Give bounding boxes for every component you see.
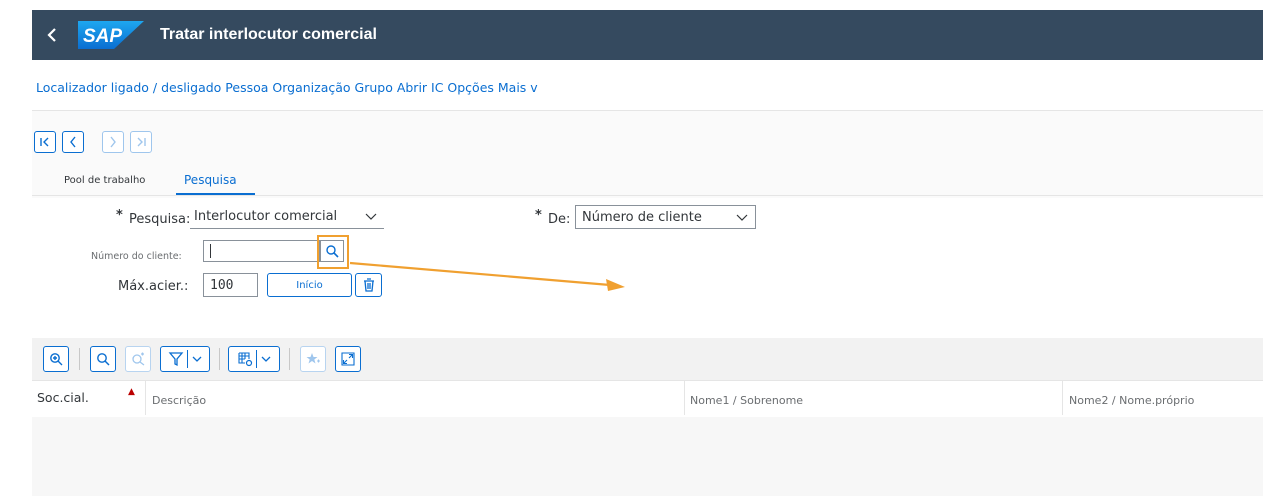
start-search-button[interactable]: Início <box>267 273 352 297</box>
shell-bar: SAP Tratar interlocutor comercial <box>32 10 1263 60</box>
column-header-nome1[interactable]: Nome1 / Sobrenome <box>690 394 803 407</box>
chevron-down-icon <box>736 214 748 221</box>
chevron-right-icon <box>110 136 116 148</box>
search-type-value: Interlocutor comercial <box>194 209 338 224</box>
previous-record-button[interactable] <box>62 131 84 153</box>
required-marker-de: * <box>535 208 542 223</box>
customer-number-label: Número do cliente: <box>91 251 182 262</box>
max-hits-label: Máx.acier.: <box>118 279 189 294</box>
find-button[interactable] <box>90 346 116 372</box>
table-body-empty <box>32 417 1263 496</box>
back-button[interactable] <box>34 10 70 60</box>
chevron-down-icon <box>192 356 201 362</box>
tab-pesquisa[interactable]: Pesquisa <box>184 173 237 187</box>
first-icon <box>40 137 49 147</box>
column-header-nome2[interactable]: Nome2 / Nome.próprio <box>1069 394 1194 407</box>
filter-icon <box>168 352 183 367</box>
sort-ascending-icon: ▲ <box>128 387 135 397</box>
max-hits-value: 100 <box>210 277 234 293</box>
toolbar-separator <box>79 348 80 370</box>
search-icon <box>97 353 110 366</box>
tab-selected-indicator <box>176 193 255 195</box>
search-next-icon <box>132 352 145 366</box>
column-header-soc-cial[interactable]: Soc.cial. <box>37 390 89 405</box>
customer-number-input[interactable] <box>203 240 320 262</box>
fullscreen-button[interactable] <box>335 346 361 372</box>
app-title: Tratar interlocutor comercial <box>160 26 377 43</box>
trash-icon <box>363 278 374 292</box>
star-icon <box>306 353 320 364</box>
tab-pool-de-trabalho[interactable]: Pool de trabalho <box>64 175 145 186</box>
details-button[interactable] <box>43 346 69 372</box>
toolbar-separator <box>219 348 220 370</box>
expand-icon <box>341 352 355 366</box>
last-icon <box>137 137 146 147</box>
menu-bar: Localizador ligado / desligado Pessoa Or… <box>32 60 1263 111</box>
chevron-down-icon <box>365 213 377 220</box>
search-type-select[interactable]: Interlocutor comercial <box>190 205 384 229</box>
max-hits-input[interactable]: 100 <box>203 273 258 297</box>
column-separator <box>1062 381 1063 415</box>
tab-divider <box>32 195 1263 196</box>
next-record-button[interactable] <box>102 131 124 153</box>
logo-text: SAP <box>83 26 122 47</box>
toolbar-separator <box>289 348 290 370</box>
de-label: De: <box>548 212 571 227</box>
de-select[interactable]: Número de cliente <box>575 205 756 229</box>
layout-settings-button[interactable] <box>228 346 280 372</box>
first-record-button[interactable] <box>34 131 56 153</box>
required-marker: * <box>116 208 123 223</box>
search-label: Pesquisa: <box>129 212 191 227</box>
menu-items-text[interactable]: Localizador ligado / desligado Pessoa Or… <box>36 80 538 95</box>
de-value: Número de cliente <box>582 209 702 225</box>
sap-logo[interactable]: SAP <box>78 21 144 49</box>
annotation-arrow <box>349 261 625 291</box>
table-toolbar <box>32 338 1263 380</box>
top-strip <box>0 0 1263 10</box>
zoom-icon <box>50 353 63 366</box>
column-separator <box>684 381 685 415</box>
find-next-button[interactable] <box>125 346 151 372</box>
column-separator <box>145 381 146 415</box>
table-settings-icon <box>237 352 252 367</box>
chevron-left-icon <box>70 136 76 148</box>
chevron-down-icon <box>261 356 270 362</box>
favorite-button[interactable] <box>300 346 326 372</box>
filter-button[interactable] <box>160 346 210 372</box>
last-record-button[interactable] <box>130 131 152 153</box>
chevron-left-icon <box>47 28 56 42</box>
clear-button[interactable] <box>355 273 382 297</box>
column-header-descricao[interactable]: Descrição <box>152 394 206 407</box>
text-cursor <box>210 244 211 258</box>
